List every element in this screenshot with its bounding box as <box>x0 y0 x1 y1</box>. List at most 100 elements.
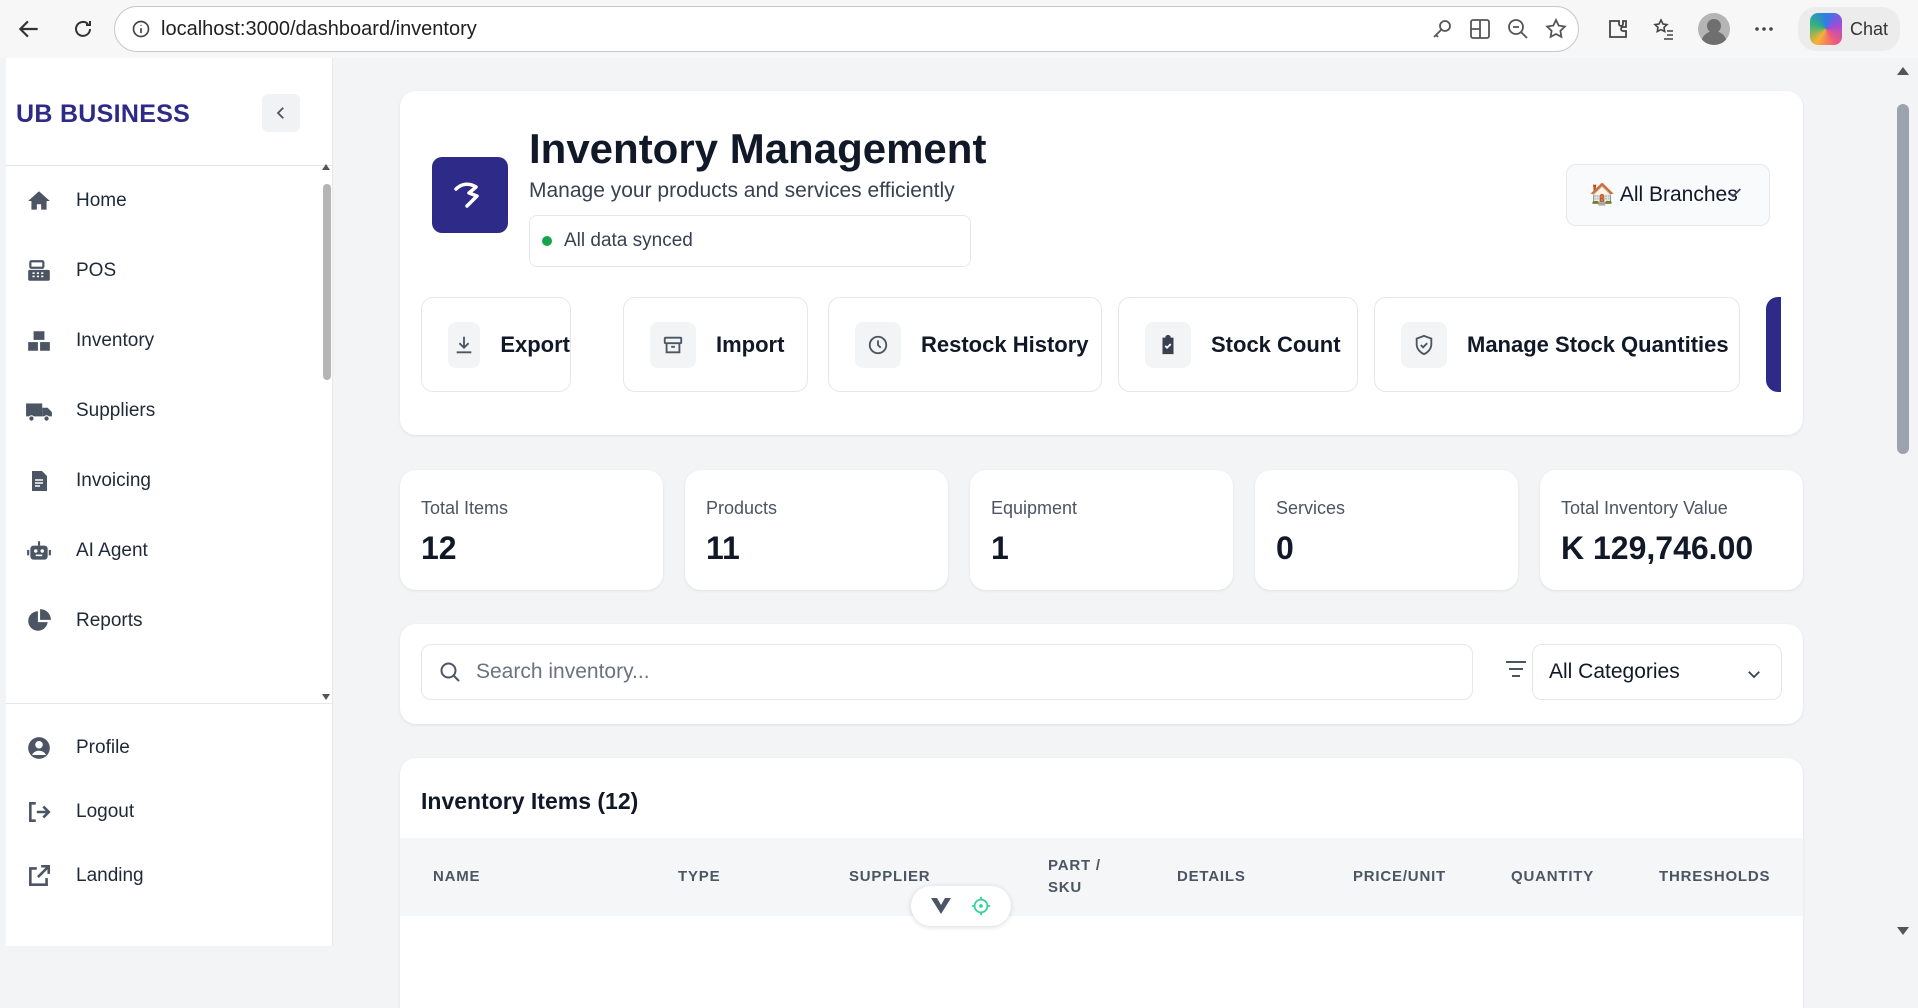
sync-status-text: All data synced <box>564 230 693 251</box>
column-header-type[interactable]: TYPE <box>678 838 720 916</box>
import-button[interactable]: Import <box>623 297 808 392</box>
profile-avatar[interactable] <box>1697 13 1730 45</box>
sidebar-item-reports[interactable]: Reports <box>6 586 316 656</box>
favorites-icon[interactable] <box>1652 17 1676 41</box>
sidebar-item-suppliers[interactable]: Suppliers <box>6 376 316 446</box>
sidebar-item-pos[interactable]: POS <box>6 236 316 306</box>
sidebar-item-label: Suppliers <box>76 400 156 421</box>
sync-status: All data synced <box>529 215 971 267</box>
back-arrow-icon <box>18 20 38 38</box>
reload-button[interactable] <box>68 14 98 44</box>
stat-card-equipment: Equipment 1 <box>970 470 1233 590</box>
devtools-floating-pill[interactable] <box>911 886 1011 926</box>
column-header-price-unit[interactable]: PRICE/UNIT <box>1353 838 1446 916</box>
sidebar-item-inventory[interactable]: Inventory <box>6 306 316 376</box>
scroll-down-icon <box>322 694 330 700</box>
browser-toolbar: localhost:3000/dashboard/inventory Chat <box>0 0 1918 58</box>
stat-card-total-items: Total Items 12 <box>400 470 663 590</box>
stat-label: Total Inventory Value <box>1561 498 1728 518</box>
sidebar-item-label: POS <box>76 260 117 281</box>
clipboard-check-icon <box>1145 321 1191 368</box>
stat-card-services: Services 0 <box>1255 470 1518 590</box>
sidebar-item-home[interactable]: Home <box>6 166 316 236</box>
stat-label: Services <box>1276 498 1346 518</box>
column-header-details[interactable]: DETAILS <box>1177 838 1246 916</box>
column-header-part-sku[interactable]: PART / SKU <box>1048 838 1118 916</box>
search-input[interactable] <box>476 660 1376 684</box>
sidebar-item-ai-agent[interactable]: AI Agent <box>6 516 316 586</box>
reload-icon <box>75 20 91 37</box>
sidebar: UB BUSINESS Home POS Inventory Suppliers… <box>6 58 333 946</box>
sidebar-scroll-thumb[interactable] <box>323 184 331 380</box>
sidebar-item-landing[interactable]: Landing <box>6 844 333 908</box>
sidebar-item-label: Profile <box>76 737 130 758</box>
stat-value: 11 <box>706 530 740 566</box>
stat-label: Products <box>706 498 778 518</box>
check-icon <box>1729 188 1741 198</box>
archive-icon <box>650 321 696 368</box>
column-header-thresholds[interactable]: THRESHOLDS <box>1659 838 1770 916</box>
filter-icon[interactable] <box>1504 658 1528 680</box>
page-scrollbar[interactable] <box>1888 58 1918 946</box>
zoom-out-icon[interactable] <box>1506 17 1530 41</box>
brand-logo-text[interactable]: UB BUSINESS <box>16 100 190 129</box>
extensions-icon[interactable] <box>1606 17 1630 41</box>
user-circle-icon <box>24 733 54 763</box>
back-button[interactable] <box>14 14 44 44</box>
column-header-quantity[interactable]: QUANTITY <box>1511 838 1594 916</box>
sidebar-item-invoicing[interactable]: Invoicing <box>6 446 316 516</box>
external-link-icon <box>24 861 54 891</box>
stat-value: K 129,746.00 <box>1561 530 1754 566</box>
action-toolbar: Export Import Restock History Stock Coun… <box>421 297 1781 393</box>
more-menu-icon[interactable] <box>1752 17 1776 41</box>
search-filter-card: All Categories <box>400 624 1803 724</box>
branch-selector[interactable]: 🏠 All Branches <box>1566 164 1770 226</box>
clock-icon <box>855 321 901 368</box>
sidebar-item-label: AI Agent <box>76 540 148 561</box>
add-item-button[interactable] <box>1766 297 1781 392</box>
sidebar-header: UB BUSINESS <box>6 58 332 166</box>
url-text: localhost:3000/dashboard/inventory <box>161 17 477 40</box>
stat-value: 0 <box>1276 530 1294 566</box>
inventory-header-card: Inventory Management Manage your product… <box>400 91 1803 435</box>
scroll-up-icon <box>1897 67 1909 75</box>
vue-logo-icon[interactable] <box>930 897 952 915</box>
truck-icon <box>24 396 54 426</box>
stat-label: Total Items <box>421 498 509 518</box>
copilot-chat-button[interactable]: Chat <box>1797 7 1900 51</box>
address-bar[interactable]: localhost:3000/dashboard/inventory <box>114 6 1579 52</box>
stat-label: Equipment <box>991 498 1078 518</box>
chevron-left-icon <box>276 107 284 119</box>
shield-check-icon <box>1401 321 1447 368</box>
sidebar-item-logout[interactable]: Logout <box>6 780 333 844</box>
stat-card-products: Products 11 <box>685 470 948 590</box>
inventory-table-card: Inventory Items (12) NAME TYPE SUPPLIER … <box>400 758 1803 1008</box>
logout-icon <box>24 797 54 827</box>
sidebar-item-profile[interactable]: Profile <box>6 716 333 780</box>
stock-count-button[interactable]: Stock Count <box>1118 297 1358 392</box>
branch-selector-label: 🏠 All Branches <box>1589 183 1738 206</box>
target-icon[interactable] <box>970 895 992 917</box>
manage-stock-quantities-label: Manage Stock Quantities <box>1467 331 1729 357</box>
page-scroll-thumb[interactable] <box>1897 104 1909 454</box>
collapse-sidebar-button[interactable] <box>262 94 300 132</box>
favorite-star-icon[interactable] <box>1544 17 1568 41</box>
download-icon <box>448 321 481 368</box>
robot-icon <box>24 536 54 566</box>
sidebar-scrollbar[interactable] <box>320 164 332 700</box>
home-icon <box>24 186 54 216</box>
apps-icon[interactable] <box>1468 17 1492 41</box>
restock-history-button[interactable]: Restock History <box>828 297 1102 392</box>
stat-value: 1 <box>991 530 1009 566</box>
category-select[interactable]: All Categories <box>1532 644 1782 700</box>
search-field[interactable] <box>421 644 1473 700</box>
sidebar-bottom-nav: Profile Logout Landing <box>6 703 333 908</box>
search-icon <box>440 662 460 682</box>
scroll-down-icon <box>1897 927 1909 935</box>
sidebar-nav: Home POS Inventory Suppliers Invoicing A… <box>6 166 316 696</box>
export-button[interactable]: Export <box>421 297 571 392</box>
manage-stock-quantities-button[interactable]: Manage Stock Quantities <box>1374 297 1740 392</box>
key-icon[interactable] <box>1430 17 1454 41</box>
column-header-name[interactable]: NAME <box>433 838 480 916</box>
stock-count-label: Stock Count <box>1211 331 1341 357</box>
